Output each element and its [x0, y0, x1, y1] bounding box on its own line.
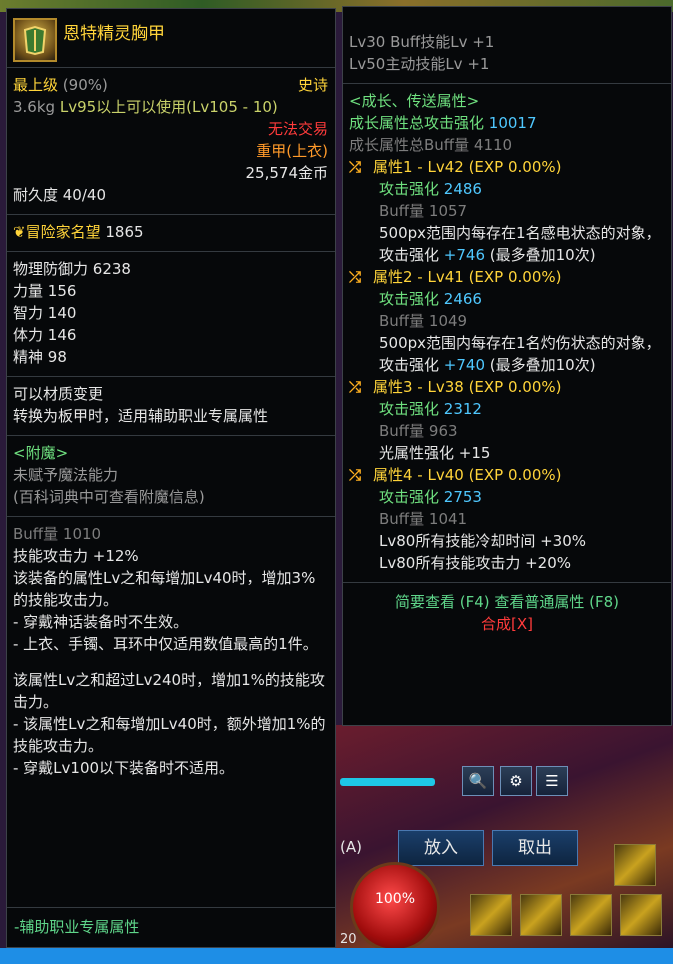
attr-buff: Buff量 963 — [379, 422, 458, 440]
tooltip-footer: 简要查看 (F4) 查看普通属性 (F8) 合成[X] — [343, 583, 671, 635]
stat-row: 体力 146 — [13, 326, 77, 344]
buff-desc-2: - 穿戴神话装备时不生效。 — [13, 613, 189, 631]
settings-button[interactable]: ⚙ — [500, 766, 532, 796]
item-name: 恩特精灵胸甲 — [63, 23, 165, 44]
stat-row: 精神 98 — [13, 348, 67, 366]
trade-status: 无法交易 — [267, 120, 328, 138]
attr-head: 属性1 - Lv42 (EXP 0.00%) — [373, 158, 562, 176]
attr-atk-label: 攻击强化 — [379, 290, 440, 308]
reputation-label: 冒险家名望 — [25, 223, 101, 241]
stat-row: 智力 140 — [13, 304, 77, 322]
attr-atk-value: 2753 — [443, 488, 482, 506]
reputation-section: ❦冒险家名望 1865 — [7, 215, 335, 252]
search-icon: 🔍 — [468, 772, 488, 790]
attr-atk-value: 2312 — [443, 400, 482, 418]
attr-atk-value: 2466 — [443, 290, 482, 308]
auto-key-label: (A) — [340, 838, 362, 856]
buff-desc-5: - 该属性Lv之和每增加Lv40时，额外增加1%的技能攻击力。 — [13, 715, 326, 755]
growth-total-atk-value: 10017 — [488, 114, 537, 132]
buff-desc-1: 该装备的属性Lv之和每增加Lv40时，增加3%的技能攻击力。 — [13, 569, 316, 609]
skill-slot[interactable] — [570, 894, 612, 936]
attr-head: 属性4 - Lv40 (EXP 0.00%) — [373, 466, 562, 484]
attr-head: 属性2 - Lv41 (EXP 0.00%) — [373, 268, 562, 286]
buff-desc-6: - 穿戴Lv100以下装备时不适用。 — [13, 759, 235, 777]
reputation-value: 1865 — [105, 223, 144, 241]
buff-amount: Buff量 1010 — [13, 525, 102, 543]
growth-title: <成长、传送属性> — [349, 92, 480, 110]
attr-extra: Lv80所有技能冷却时间 +30% — [379, 532, 586, 550]
enchant-line-1: 未赋予魔法能力 — [13, 466, 119, 484]
reputation-icon: ❦ — [13, 223, 26, 241]
list-icon: ☰ — [545, 772, 559, 790]
shuffle-icon: ⤮ — [349, 158, 362, 176]
growth-total-atk-label: 成长属性总攻击强化 — [349, 114, 485, 132]
attr-head: 属性3 - Lv38 (EXP 0.00%) — [373, 378, 562, 396]
attr-extra: 500px范围内每存在1名感电状态的对象，攻击强化 +746 (最多叠加10次) — [379, 224, 661, 264]
skill-bonus-section: Lv30 Buff技能Lv +1 Lv50主动技能Lv +1 — [343, 7, 671, 84]
skill-slot[interactable] — [614, 844, 656, 886]
growth-total-buff-value: 4110 — [473, 136, 513, 154]
skill-attack: 技能攻击力 +12% — [13, 547, 139, 565]
level-indicator: 20 — [340, 932, 357, 947]
buff-desc-4: 该属性Lv之和超过Lv240时，增加1%的技能攻击力。 — [13, 671, 325, 711]
item-header: 恩特精灵胸甲 — [7, 9, 335, 68]
buff-footer: -辅助职业专属属性 — [7, 907, 335, 946]
material-section: 可以材质变更 转换为板甲时，适用辅助职业专属属性 — [7, 377, 335, 436]
progress-bar — [340, 778, 435, 786]
skill-bonus-2: Lv50主动技能Lv +1 — [349, 55, 490, 73]
compose-link[interactable]: 合成[X] — [343, 613, 671, 635]
item-price: 25,574金币 — [245, 164, 329, 182]
search-button[interactable]: 🔍 — [462, 766, 494, 796]
take-out-button[interactable]: 取出 — [492, 830, 578, 866]
skill-bonus-1: Lv30 Buff技能Lv +1 — [349, 33, 495, 51]
enchant-title: <附魔> — [13, 444, 69, 462]
stats-section: 物理防御力 6238 力量 156 智力 140 体力 146 精神 98 — [7, 252, 335, 377]
buff-section: Buff量 1010 技能攻击力 +12% 该装备的属性Lv之和每增加Lv40时… — [7, 517, 335, 779]
item-info-section: 最上级 (90%) 史诗 3.6kg Lv95以上可以使用(Lv105 - 10… — [7, 68, 335, 215]
grade-pct: (90%) — [62, 76, 108, 94]
hp-orb: 100% — [350, 862, 440, 952]
attr-buff: Buff量 1041 — [379, 510, 468, 528]
weight: 3.6kg — [13, 98, 56, 116]
buff-desc-3: - 上衣、手镯、耳环中仅适用数值最高的1件。 — [13, 635, 318, 653]
skill-slot[interactable] — [620, 894, 662, 936]
attr-extra: Lv80所有技能攻击力 +20% — [379, 554, 571, 572]
armor-icon — [13, 18, 57, 62]
rarity-label: 史诗 — [297, 76, 328, 94]
growth-section: <成长、传送属性> 成长属性总攻击强化 10017 成长属性总Buff量 411… — [343, 84, 671, 583]
list-button[interactable]: ☰ — [536, 766, 568, 796]
attr-atk-value: 2486 — [443, 180, 482, 198]
attr-extra: 500px范围内每存在1名灼伤状态的对象，攻击强化 +740 (最多叠加10次) — [379, 334, 661, 374]
skill-slot[interactable] — [520, 894, 562, 936]
durability: 耐久度 40/40 — [13, 186, 106, 204]
attr-buff: Buff量 1049 — [379, 312, 468, 330]
growth-total-buff-label: 成长属性总Buff量 — [349, 136, 470, 154]
attr-extra: 光属性强化 +15 — [379, 444, 491, 462]
attr-atk-label: 攻击强化 — [379, 488, 440, 506]
hp-percent: 100% — [374, 891, 416, 907]
grade-label: 最上级 — [13, 76, 59, 94]
attr-atk-label: 攻击强化 — [379, 400, 440, 418]
bottom-status-bar — [0, 948, 673, 964]
attr-atk-label: 攻击强化 — [379, 180, 440, 198]
material-line-1: 可以材质变更 — [13, 385, 104, 403]
item-tooltip-left: 恩特精灵胸甲 最上级 (90%) 史诗 3.6kg Lv95以上可以使用(Lv1… — [6, 8, 336, 948]
enchant-line-2: (百科词典中可查看附魔信息) — [13, 488, 205, 506]
support-exclusive-label: -辅助职业专属属性 — [14, 918, 140, 936]
gear-icon: ⚙ — [509, 772, 523, 790]
item-type: 重甲(上衣) — [256, 142, 328, 160]
skill-slot[interactable] — [470, 894, 512, 936]
view-toggle-link[interactable]: 简要查看 (F4) 查看普通属性 (F8) — [343, 591, 671, 613]
stat-row: 物理防御力 6238 — [13, 260, 131, 278]
shuffle-icon: ⤮ — [349, 466, 362, 484]
level-requirement: Lv95以上可以使用(Lv105 - 10) — [59, 98, 278, 116]
shuffle-icon: ⤮ — [349, 378, 362, 396]
enchant-section: <附魔> 未赋予魔法能力 (百科词典中可查看附魔信息) — [7, 436, 335, 517]
material-line-2: 转换为板甲时，适用辅助职业专属属性 — [13, 407, 269, 425]
stat-row: 力量 156 — [13, 282, 77, 300]
attr-buff: Buff量 1057 — [379, 202, 468, 220]
shuffle-icon: ⤮ — [349, 268, 362, 286]
put-in-button[interactable]: 放入 — [398, 830, 484, 866]
item-tooltip-right: Lv30 Buff技能Lv +1 Lv50主动技能Lv +1 <成长、传送属性>… — [342, 6, 672, 726]
